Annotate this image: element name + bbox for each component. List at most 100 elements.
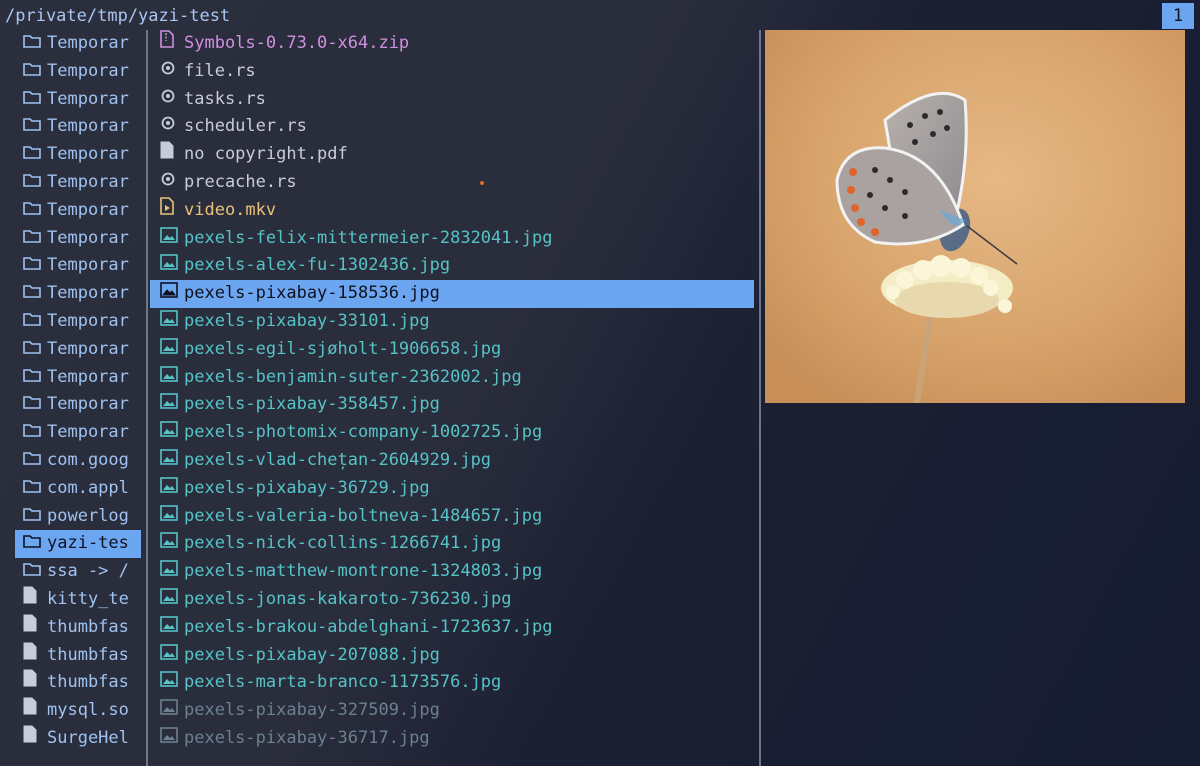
current-item[interactable]: pexels-photomix-company-1002725.jpg — [150, 419, 754, 447]
parent-item[interactable]: com.goog — [15, 447, 141, 475]
current-item[interactable]: pexels-pixabay-36717.jpg — [150, 725, 754, 753]
current-item[interactable]: pexels-pixabay-33101.jpg — [150, 308, 754, 336]
file-icon — [23, 669, 47, 697]
current-item[interactable]: pexels-vlad-chețan-2604929.jpg — [150, 447, 754, 475]
folder-icon — [23, 197, 47, 225]
parent-item-label: Temporar — [47, 60, 129, 81]
current-directory-list[interactable]: Symbols-0.73.0-x64.zip file.rs tasks.rs sch… — [150, 30, 754, 766]
rust-file-icon — [160, 113, 184, 141]
parent-item[interactable]: Temporar — [15, 225, 141, 253]
folder-icon — [23, 308, 47, 336]
folder-icon — [23, 530, 47, 558]
parent-item[interactable]: Temporar — [15, 141, 141, 169]
image-file-icon — [160, 391, 184, 419]
parent-item-label: thumbfas — [47, 644, 129, 665]
file-icon — [160, 141, 184, 169]
parent-item-label: com.goog — [47, 449, 129, 470]
current-item[interactable]: tasks.rs — [150, 86, 754, 114]
current-item-label: pexels-pixabay-158536.jpg — [184, 283, 440, 304]
parent-item[interactable]: thumbfas — [15, 642, 141, 670]
current-item[interactable]: video.mkv — [150, 196, 754, 225]
current-item-label: no copyright.pdf — [184, 144, 348, 165]
current-item[interactable]: scheduler.rs — [150, 113, 754, 141]
parent-item-label: Temporar — [47, 171, 129, 192]
parent-item[interactable]: com.appl — [15, 475, 141, 503]
current-item[interactable]: pexels-pixabay-327509.jpg — [150, 697, 754, 725]
parent-item-label: SurgeHel — [47, 727, 129, 748]
folder-icon — [23, 475, 47, 503]
current-item[interactable]: pexels-alex-fu-1302436.jpg — [150, 252, 754, 280]
folder-icon — [23, 280, 47, 308]
image-file-icon — [160, 447, 184, 475]
current-item[interactable]: pexels-pixabay-207088.jpg — [150, 642, 754, 670]
parent-item-label: Temporar — [47, 394, 129, 415]
current-item[interactable]: precache.rs — [150, 169, 754, 197]
parent-item-label: powerlog — [47, 505, 129, 526]
parent-item-label: thumbfas — [47, 616, 129, 637]
parent-item[interactable]: Temporar — [15, 30, 141, 58]
parent-item[interactable]: powerlog — [15, 503, 141, 531]
rust-file-icon — [160, 86, 184, 114]
parent-item[interactable]: Temporar — [15, 252, 141, 280]
current-item[interactable]: no copyright.pdf — [150, 141, 754, 169]
folder-icon — [23, 86, 47, 114]
parent-item[interactable]: Temporar — [15, 86, 141, 114]
parent-item[interactable]: Temporar — [15, 113, 141, 141]
current-item[interactable]: pexels-felix-mittermeier-2832041.jpg — [150, 225, 754, 253]
image-file-icon — [160, 336, 184, 364]
tab-indicator[interactable]: 1 — [1162, 3, 1194, 29]
parent-item[interactable]: Temporar — [15, 391, 141, 419]
parent-item[interactable]: mysql.so — [15, 697, 141, 725]
parent-item[interactable]: kitty_te — [15, 586, 141, 614]
column-divider — [146, 30, 148, 766]
parent-item-label: Temporar — [47, 366, 129, 387]
current-item-label: pexels-jonas-kakaroto-736230.jpg — [184, 588, 512, 609]
image-file-icon — [160, 419, 184, 447]
folder-icon — [23, 419, 47, 447]
folder-icon — [23, 503, 47, 531]
folder-icon — [23, 447, 47, 475]
current-item[interactable]: file.rs — [150, 58, 754, 86]
parent-item-selected[interactable]: yazi-tes — [15, 530, 141, 559]
current-item[interactable]: pexels-nick-collins-1266741.jpg — [150, 530, 754, 558]
image-file-icon — [160, 642, 184, 670]
current-item[interactable]: pexels-brakou-abdelghani-1723637.jpg — [150, 614, 754, 642]
folder-icon — [23, 336, 47, 364]
rust-file-icon — [160, 169, 184, 197]
parent-item[interactable]: thumbfas — [15, 669, 141, 697]
current-item[interactable]: pexels-egil-sjøholt-1906658.jpg — [150, 336, 754, 364]
current-item[interactable]: pexels-pixabay-36729.jpg — [150, 475, 754, 503]
parent-item-label: Temporar — [47, 255, 129, 276]
current-item[interactable]: pexels-valeria-boltneva-1484657.jpg — [150, 503, 754, 531]
current-item[interactable]: pexels-benjamin-suter-2362002.jpg — [150, 364, 754, 392]
parent-item[interactable]: Temporar — [15, 336, 141, 364]
current-item-label: video.mkv — [184, 199, 277, 220]
current-item[interactable]: pexels-jonas-kakaroto-736230.jpg — [150, 586, 754, 614]
parent-item[interactable]: Temporar — [15, 419, 141, 447]
file-icon — [23, 725, 47, 753]
folder-icon — [23, 30, 47, 58]
current-item-label: tasks.rs — [184, 88, 266, 109]
parent-item[interactable]: thumbfas — [15, 614, 141, 642]
zip-file-icon — [160, 30, 184, 58]
current-item[interactable]: pexels-pixabay-358457.jpg — [150, 391, 754, 419]
current-item[interactable]: pexels-matthew-montrone-1324803.jpg — [150, 558, 754, 586]
image-file-icon — [160, 252, 184, 280]
parent-item[interactable]: Temporar — [15, 280, 141, 308]
parent-directory-list[interactable]: Temporar Temporar Temporar Temporar Temporar… — [15, 30, 141, 766]
parent-item[interactable]: ssa -> / — [15, 558, 141, 586]
parent-item[interactable]: Temporar — [15, 308, 141, 336]
parent-item[interactable]: Temporar — [15, 58, 141, 86]
parent-item-label: Temporar — [47, 310, 129, 331]
current-item-selected[interactable]: pexels-pixabay-158536.jpg — [150, 280, 754, 308]
current-item-label: pexels-pixabay-33101.jpg — [184, 310, 430, 331]
file-icon — [23, 614, 47, 642]
cursor-dot — [480, 181, 484, 185]
current-item-label: scheduler.rs — [184, 116, 307, 137]
current-item[interactable]: pexels-marta-branco-1173576.jpg — [150, 669, 754, 697]
current-item[interactable]: Symbols-0.73.0-x64.zip — [150, 30, 754, 58]
parent-item[interactable]: SurgeHel — [15, 725, 141, 753]
parent-item[interactable]: Temporar — [15, 197, 141, 225]
parent-item[interactable]: Temporar — [15, 364, 141, 392]
parent-item[interactable]: Temporar — [15, 169, 141, 197]
